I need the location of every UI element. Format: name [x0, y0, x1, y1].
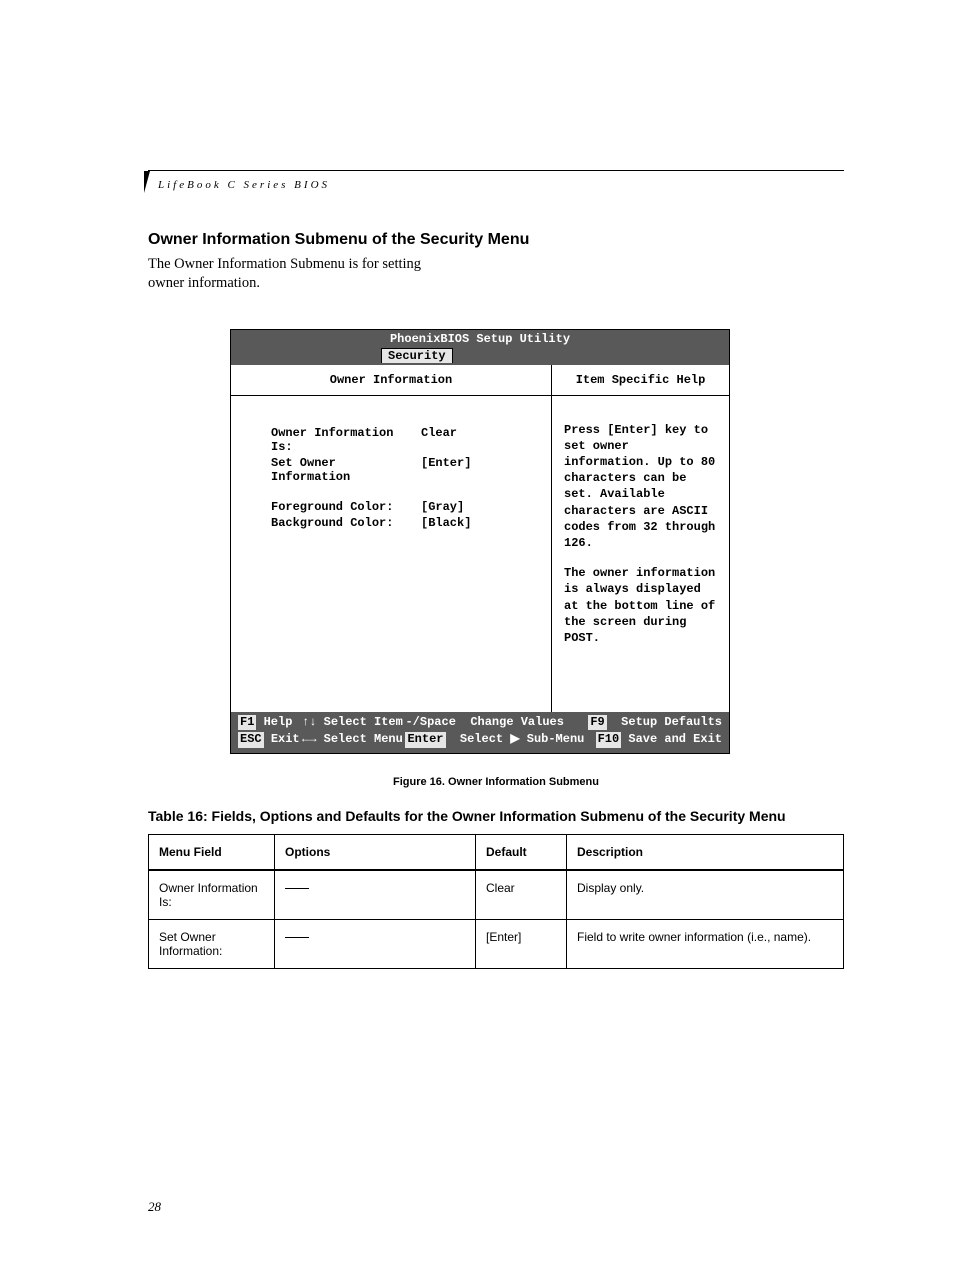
- th-description: Description: [567, 834, 844, 870]
- series-title: LifeBook C Series BIOS: [158, 179, 330, 191]
- updown-icon: ↑↓: [302, 715, 316, 729]
- bios-value: [Gray]: [421, 500, 464, 514]
- table-row: Owner Information Is: Clear Display only…: [149, 870, 844, 920]
- help-paragraph: The owner information is always displaye…: [564, 565, 721, 646]
- page-number: 28: [148, 1199, 844, 1215]
- tab-security[interactable]: Security: [381, 348, 453, 363]
- table-row: Set Owner Information: [Enter] Field to …: [149, 919, 844, 968]
- bios-title: PhoenixBIOS Setup Utility: [231, 330, 729, 348]
- cell-field: Owner Information Is:: [149, 870, 275, 920]
- bios-screenshot: PhoenixBIOS Setup Utility Security Owner…: [230, 329, 730, 754]
- bios-label: Background Color:: [271, 516, 421, 530]
- section-heading: Owner Information Submenu of the Securit…: [148, 231, 844, 249]
- dash-icon: [285, 937, 309, 938]
- section-intro: The Owner Information Submenu is for set…: [148, 255, 458, 293]
- bios-tab-row: Security: [231, 348, 729, 365]
- key-f10: F10: [596, 732, 622, 748]
- bios-label: Set Owner Information: [271, 456, 421, 484]
- fields-table: Menu Field Options Default Description O…: [148, 834, 844, 969]
- cell-options: [275, 870, 476, 920]
- th-default: Default: [476, 834, 567, 870]
- th-options: Options: [275, 834, 476, 870]
- bios-main-panel: Owner Information Owner Information Is: …: [231, 365, 552, 712]
- key-f9: F9: [588, 715, 606, 731]
- cell-default: [Enter]: [476, 919, 567, 968]
- key-enter: Enter: [405, 732, 445, 748]
- figure-caption: Figure 16. Owner Information Submenu: [148, 776, 844, 788]
- bios-value: [Enter]: [421, 456, 471, 484]
- bios-value: Clear: [421, 426, 457, 454]
- bios-value: [Black]: [421, 516, 471, 530]
- leftright-icon: ←→: [302, 732, 316, 746]
- key-esc: ESC: [238, 732, 264, 748]
- th-menu-field: Menu Field: [149, 834, 275, 870]
- bios-row-fg-color[interactable]: Foreground Color: [Gray]: [271, 500, 539, 514]
- cell-options: [275, 919, 476, 968]
- bios-help-panel: Item Specific Help Press [Enter] key to …: [552, 365, 729, 712]
- cell-default: Clear: [476, 870, 567, 920]
- cell-field: Set Owner Information:: [149, 919, 275, 968]
- cell-desc: Display only.: [567, 870, 844, 920]
- dash-icon: [285, 888, 309, 889]
- bios-panel-title: Owner Information: [231, 365, 551, 396]
- table-caption: Table 16: Fields, Options and Defaults f…: [148, 808, 844, 824]
- bios-footer: F1 Help ↑↓ Select Item -/Space Change Va…: [231, 712, 729, 753]
- bios-row-set-owner[interactable]: Set Owner Information [Enter]: [271, 456, 539, 484]
- bios-label: Owner Information Is:: [271, 426, 421, 454]
- page-header: LifeBook C Series BIOS: [148, 170, 844, 193]
- cell-desc: Field to write owner information (i.e., …: [567, 919, 844, 968]
- bios-row-bg-color[interactable]: Background Color: [Black]: [271, 516, 539, 530]
- help-paragraph: Press [Enter] key to set owner informati…: [564, 422, 721, 552]
- header-wedge-icon: [144, 171, 156, 193]
- bios-help-title: Item Specific Help: [552, 365, 729, 396]
- bios-row-owner-info-is: Owner Information Is: Clear: [271, 426, 539, 454]
- bios-label: Foreground Color:: [271, 500, 421, 514]
- key-f1: F1: [238, 715, 256, 731]
